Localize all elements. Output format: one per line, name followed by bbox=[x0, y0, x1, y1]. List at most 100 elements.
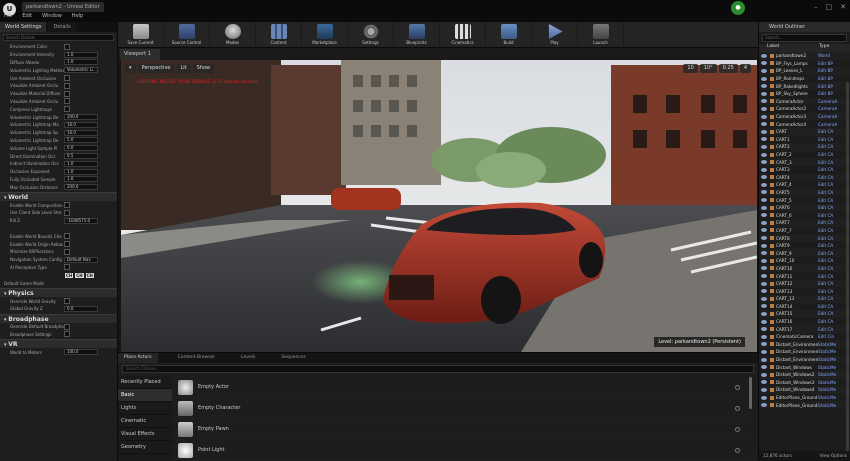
outliner-row[interactable]: Distant_Windows3 StaticMe bbox=[759, 379, 850, 387]
property-row[interactable]: Enable World Origin Rebas bbox=[0, 240, 117, 248]
tab-levels[interactable]: Levels bbox=[235, 353, 261, 363]
visibility-eye-icon[interactable] bbox=[761, 228, 767, 233]
outliner-row[interactable]: BP_Rakedlights Edit BP bbox=[759, 82, 850, 90]
outliner-row-type[interactable]: Edit Cin bbox=[818, 334, 840, 339]
property-row[interactable]: Compress Lightmaps bbox=[0, 105, 117, 113]
property-row[interactable]: Use Client Side Level Stre bbox=[0, 209, 117, 217]
menu-edit[interactable]: Edit bbox=[22, 13, 32, 19]
property-row[interactable]: Volumetric Lighting Method Volumetric Li.… bbox=[0, 66, 117, 74]
outliner-row-type[interactable]: StaticMe bbox=[818, 380, 840, 385]
actor-item[interactable]: Empty Pawn bbox=[174, 419, 748, 440]
outliner-row-type[interactable]: CameraA bbox=[818, 122, 840, 127]
outliner-row-type[interactable]: Edit CA bbox=[818, 289, 840, 294]
visibility-eye-icon[interactable] bbox=[761, 160, 767, 165]
property-row[interactable]: Navigation System Config Default Nav bbox=[0, 256, 117, 264]
outliner-row-type[interactable]: Edit BP bbox=[818, 61, 840, 66]
visibility-eye-icon[interactable] bbox=[761, 395, 767, 400]
lit-button[interactable]: Lit bbox=[176, 64, 191, 73]
property-row[interactable]: Max Occlusion Distance 200.0 bbox=[0, 183, 117, 191]
outliner-row[interactable]: CART6 Edit CA bbox=[759, 203, 850, 212]
property-row[interactable]: Minimize BSPSections bbox=[0, 248, 117, 256]
tab-sequencer[interactable]: Sequencer bbox=[275, 353, 311, 363]
outliner-row[interactable]: Distant_Environment3 StaticMe bbox=[759, 355, 850, 364]
info-icon[interactable] bbox=[735, 405, 740, 411]
property-checkbox[interactable] bbox=[64, 90, 70, 97]
property-row[interactable]: Volumetric Lightmap De 200.0 bbox=[0, 113, 117, 121]
outliner-row-type[interactable]: Edit CA bbox=[818, 213, 840, 218]
property-value-field[interactable]: 16.0 bbox=[64, 121, 98, 128]
outliner-row-type[interactable]: Edit CA bbox=[818, 152, 840, 157]
category-item[interactable]: Recently Placed bbox=[118, 376, 172, 389]
outliner-row-type[interactable]: Edit CA bbox=[818, 236, 840, 241]
property-row[interactable] bbox=[0, 225, 117, 233]
cinematics-button[interactable]: Cinematics bbox=[440, 22, 486, 48]
visibility-eye-icon[interactable] bbox=[761, 342, 767, 347]
outliner-row-type[interactable]: Edit CA bbox=[818, 228, 840, 233]
outliner-row-type[interactable]: Edit CA bbox=[818, 190, 840, 195]
property-value-field[interactable]: 1.0 bbox=[64, 59, 98, 66]
blueprints-button[interactable]: Blueprints bbox=[394, 22, 440, 48]
visibility-eye-icon[interactable] bbox=[761, 198, 767, 203]
property-row[interactable]: Enable World Composition bbox=[0, 201, 117, 209]
outliner-row-type[interactable]: Edit CA bbox=[818, 251, 840, 256]
property-checkbox[interactable] bbox=[64, 298, 70, 304]
outliner-row-type[interactable]: StaticMe bbox=[818, 403, 840, 408]
rotation-snap-button[interactable]: 10° bbox=[699, 64, 717, 73]
property-checkbox[interactable] bbox=[64, 323, 70, 330]
outliner-row[interactable]: EditorPlane_Ground2 StaticMe bbox=[759, 401, 850, 409]
visibility-eye-icon[interactable] bbox=[761, 129, 767, 134]
tab-content-browser[interactable]: Content Browser bbox=[172, 353, 222, 363]
outliner-row[interactable]: CART12 Edit CA bbox=[759, 279, 850, 288]
outliner-scrollbar[interactable] bbox=[846, 82, 849, 461]
outliner-row[interactable]: CART Edit CA bbox=[759, 127, 850, 136]
outliner-row[interactable]: CART8 Edit CA bbox=[759, 234, 850, 242]
save-current-button[interactable]: Save Current bbox=[118, 22, 164, 48]
outliner-row-type[interactable]: StaticMe bbox=[818, 357, 840, 362]
property-row[interactable]: World to Meters 100.0 bbox=[0, 348, 117, 356]
build-button[interactable]: Build bbox=[486, 22, 532, 48]
outliner-row[interactable]: CameraActor3 CameraA bbox=[759, 112, 850, 121]
property-row[interactable]: Volumetric Lightmap Sp 16.0 bbox=[0, 129, 117, 137]
property-row[interactable]: Indirect Illumination Occ 1.0 bbox=[0, 160, 117, 168]
outliner-row-type[interactable]: Edit CA bbox=[818, 327, 840, 332]
outliner-row[interactable]: CART2 Edit CA bbox=[759, 143, 850, 151]
visibility-eye-icon[interactable] bbox=[761, 91, 767, 96]
outliner-row[interactable]: CART_5 Edit CA bbox=[759, 196, 850, 204]
outliner-row[interactable]: CameraActor CameraA bbox=[759, 97, 850, 106]
icon-badge[interactable]: CH bbox=[75, 272, 84, 278]
outliner-row[interactable]: CART_2 Edit CA bbox=[759, 151, 850, 159]
outliner-row[interactable]: CART10 Edit CA bbox=[759, 264, 850, 273]
property-checkbox[interactable] bbox=[64, 43, 70, 50]
outliner-row-type[interactable]: Edit CA bbox=[818, 319, 840, 324]
type-column-header[interactable]: Type bbox=[819, 44, 829, 52]
property-checkbox[interactable] bbox=[64, 106, 70, 113]
outliner-row-type[interactable]: Edit BP bbox=[818, 91, 840, 96]
view-options-button[interactable]: View Options bbox=[820, 453, 847, 459]
outliner-row-type[interactable]: World bbox=[818, 53, 840, 58]
outliner-row[interactable]: CART7 Edit CA bbox=[759, 219, 850, 227]
outliner-row[interactable]: CART15 Edit CA bbox=[759, 310, 850, 318]
tab-details[interactable]: Details bbox=[48, 22, 76, 32]
category-item[interactable]: Cinematic bbox=[118, 415, 172, 428]
outliner-row[interactable]: Distant_Windows StaticMe bbox=[759, 363, 850, 371]
outliner-row[interactable]: CART_3 Edit CA bbox=[759, 158, 850, 166]
menu-window[interactable]: Window bbox=[42, 13, 62, 19]
outliner-row-type[interactable]: Edit CA bbox=[818, 304, 840, 309]
visibility-eye-icon[interactable] bbox=[761, 274, 767, 279]
details-search-input[interactable]: Search Details bbox=[3, 34, 114, 41]
property-value-field[interactable]: 0.0 bbox=[64, 305, 98, 312]
maximize-icon[interactable]: □ bbox=[826, 3, 833, 11]
outliner-row[interactable]: CART13 Edit CA bbox=[759, 287, 850, 295]
property-checkbox[interactable] bbox=[64, 264, 70, 271]
property-row[interactable]: Visualize Material Diffuse bbox=[0, 90, 117, 98]
property-checkbox[interactable] bbox=[64, 331, 70, 338]
property-row[interactable]: Global Gravity Z 0.0 bbox=[0, 305, 117, 313]
property-checkbox[interactable] bbox=[64, 202, 70, 209]
visibility-eye-icon[interactable] bbox=[761, 220, 767, 225]
outliner-row-type[interactable]: Edit CA bbox=[818, 137, 840, 142]
property-value-field[interactable]: 1.0 bbox=[64, 176, 98, 183]
outliner-row[interactable]: CART_7 Edit CA bbox=[759, 227, 850, 235]
property-checkbox[interactable] bbox=[64, 209, 70, 216]
outliner-row[interactable]: CART17 Edit CA bbox=[759, 325, 850, 333]
outliner-row-type[interactable]: CameraA bbox=[818, 106, 840, 111]
